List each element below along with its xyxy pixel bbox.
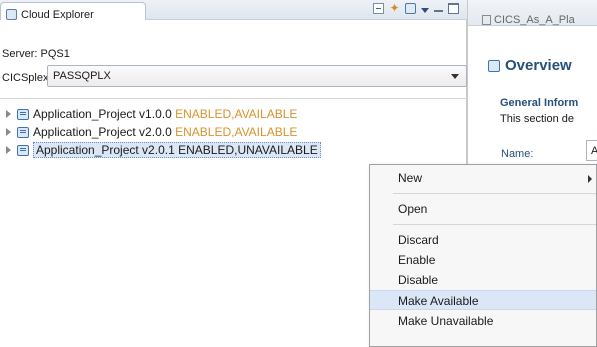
menu-item-open[interactable]: Open — [370, 199, 596, 219]
application-icon — [17, 144, 29, 156]
menu-separator — [393, 193, 596, 194]
tree-item-status: ENABLED,UNAVAILABLE — [178, 143, 318, 157]
tree-item-application[interactable]: Application_Project v2.0.0 ENABLED,AVAIL… — [6, 123, 297, 141]
view-toolbar: ✦ — [373, 2, 459, 14]
expand-twisty-icon[interactable] — [6, 146, 11, 154]
tree-item-name: Application_Project v2.0.1 — [36, 143, 175, 157]
menu-item-enable[interactable]: Enable — [370, 250, 596, 270]
application-icon — [17, 108, 29, 120]
selected-tree-label[interactable]: Application_Project v2.0.1 ENABLED,UNAVA… — [33, 142, 321, 158]
tree-item-name: Application_Project v2.0.0 — [33, 125, 172, 139]
menu-item-label: Disable — [398, 273, 439, 287]
menu-item-label: Discard — [398, 233, 439, 247]
tree-item-name: Application_Project v1.0.0 — [33, 107, 172, 121]
minimize-icon[interactable] — [434, 9, 443, 12]
tree-item-status: ENABLED,AVAILABLE — [175, 125, 298, 139]
document-icon — [482, 15, 491, 25]
submenu-arrow-icon — [588, 175, 592, 183]
menu-item-label: New — [398, 171, 423, 185]
name-label: Name: — [501, 148, 534, 160]
tab-editor-label: CICS_As_A_Pla — [494, 14, 575, 26]
menu-item-disable[interactable]: Disable — [370, 270, 596, 290]
overview-icon — [488, 59, 500, 72]
menu-item-new[interactable]: New — [370, 168, 596, 188]
cicsplex-dropdown[interactable]: PASSQPLX — [47, 65, 467, 87]
tree-item-application-selected[interactable]: Application_Project v2.0.1 ENABLED,UNAVA… — [6, 141, 321, 159]
cicsplex-dropdown-value: PASSQPLX — [53, 70, 111, 82]
overview-title-text: Overview — [505, 57, 572, 74]
application-icon — [17, 126, 29, 138]
maximize-icon[interactable] — [448, 3, 459, 14]
menu-separator — [393, 224, 596, 225]
menu-item-label: Open — [398, 202, 428, 216]
editor-tab-strip: CICS_As_A_Pla — [468, 0, 597, 26]
cloud-explorer-icon — [6, 9, 17, 20]
expand-twisty-icon[interactable] — [6, 110, 11, 118]
section-description: This section de — [500, 113, 574, 125]
overview-title: Overview — [488, 57, 572, 74]
tab-cloud-explorer-label: Cloud Explorer — [21, 8, 94, 21]
menu-item-make-unavailable[interactable]: Make Unavailable — [370, 311, 596, 331]
server-label: Server: PQS1 — [2, 48, 70, 60]
menu-item-label: Make Unavailable — [398, 314, 494, 328]
chevron-down-icon[interactable] — [451, 74, 459, 79]
menu-item-make-available[interactable]: Make Available — [370, 290, 596, 310]
context-menu: New Open Discard Enable Disable Make Ava… — [369, 164, 597, 347]
tree-item-application[interactable]: Application_Project v1.0.0 ENABLED,AVAIL… — [6, 105, 297, 123]
expand-twisty-icon[interactable] — [6, 128, 11, 136]
menu-item-label: Make Available — [398, 294, 479, 308]
view-menu-icon[interactable] — [421, 7, 429, 13]
section-heading: General Inform — [500, 97, 579, 109]
explorer-tab-strip: Cloud Explorer ✦ — [0, 0, 467, 23]
menu-item-discard[interactable]: Discard — [370, 230, 596, 250]
tab-editor[interactable]: CICS_As_A_Pla — [482, 14, 575, 26]
name-field[interactable]: A — [586, 140, 597, 161]
menu-item-label: Enable — [398, 253, 436, 267]
link-with-editor-icon[interactable]: ✦ — [389, 2, 400, 14]
cicsplex-label: CICSplex: — [2, 72, 52, 84]
new-item-icon[interactable] — [405, 3, 416, 14]
tree-item-status: ENABLED,AVAILABLE — [175, 107, 298, 121]
collapse-all-icon[interactable] — [373, 3, 384, 14]
